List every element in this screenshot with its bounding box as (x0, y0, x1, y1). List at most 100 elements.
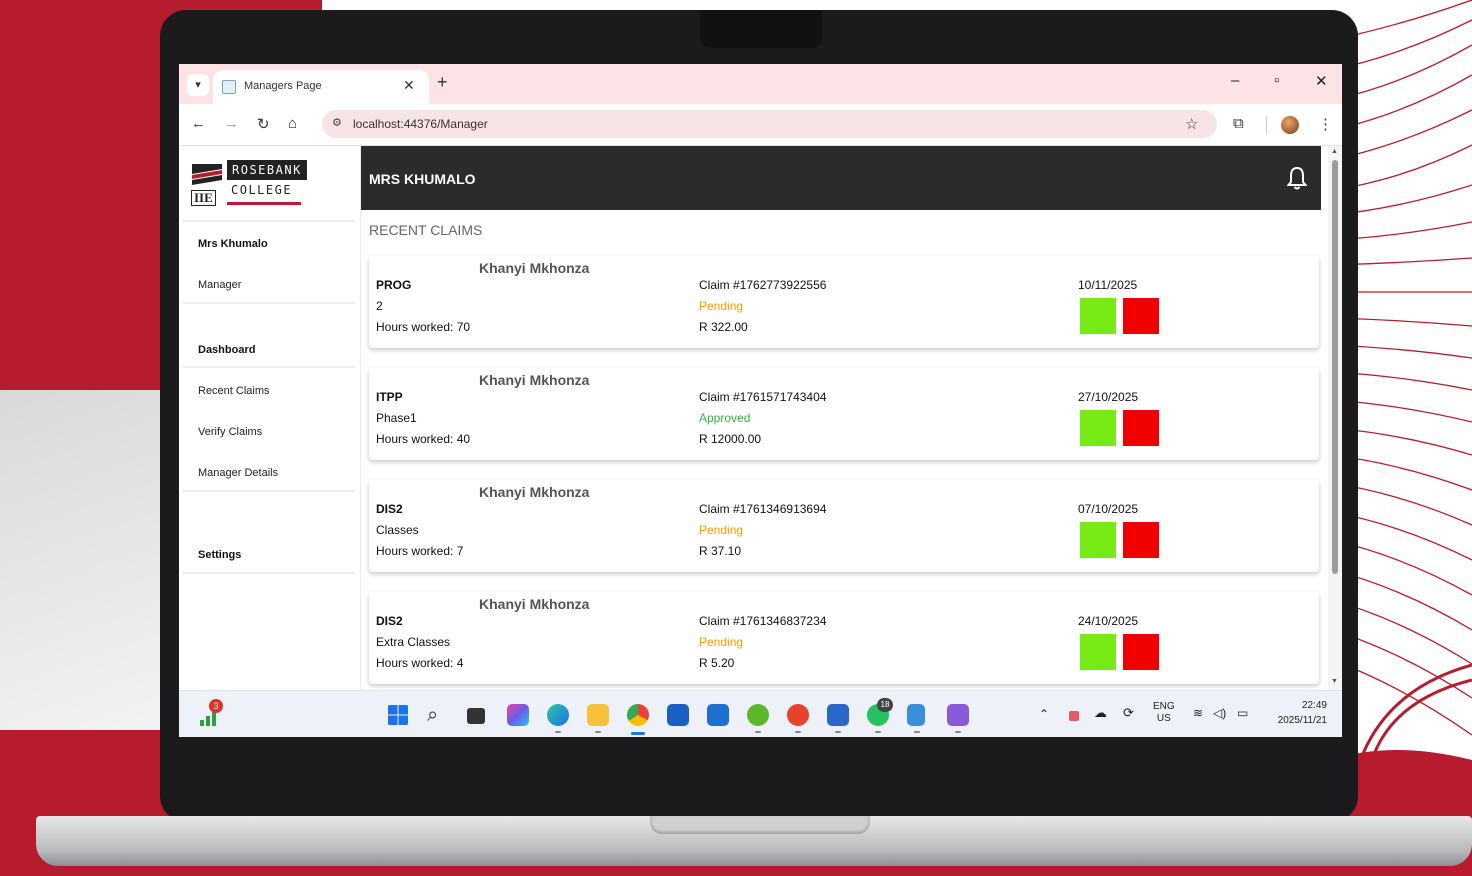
utorrent-icon[interactable] (747, 704, 769, 726)
claim-status-pending: Pending (699, 299, 744, 313)
claim-status-pending: Pending (699, 523, 744, 537)
battery-icon[interactable]: ▭ (1237, 707, 1248, 719)
page-content: IIE ROSEBANK COLLEGE Mrs Khumalo Manager… (179, 146, 1342, 690)
claim-hours-worked: Hours worked: 70 (376, 320, 471, 334)
address-bar[interactable]: ⚙ localhost:44376/Manager (322, 110, 1217, 138)
home-icon[interactable]: ⌂ (288, 115, 297, 132)
wifi-icon[interactable]: ≋ (1193, 707, 1203, 719)
restore-icon[interactable]: ▫ (1274, 72, 1279, 89)
claim-status-pending: Pending (699, 635, 744, 649)
claim-hours-worked: Hours worked: 40 (376, 432, 471, 446)
profile-avatar[interactable] (1281, 116, 1299, 134)
sidebar-user-role: Manager (198, 279, 242, 291)
outlook-icon[interactable] (667, 704, 689, 726)
reject-button[interactable] (1123, 298, 1159, 334)
claim-date: 27/10/2025 (1078, 390, 1139, 404)
clock[interactable]: 22:49 2025/11/21 (1265, 700, 1327, 727)
sync-icon[interactable]: ⟳ (1123, 706, 1134, 719)
microsoft-store-icon[interactable] (707, 704, 729, 726)
onedrive-icon[interactable]: ☁ (1094, 706, 1107, 719)
approve-button[interactable] (1080, 410, 1116, 446)
claim-description: Classes (376, 523, 419, 537)
claim-lecturer-name: Khanyi Mkhonza (479, 484, 590, 500)
whatsapp-app[interactable]: 18 (867, 698, 893, 726)
sidebar-user-name: Mrs Khumalo (198, 238, 268, 250)
approve-button[interactable] (1080, 634, 1116, 670)
reject-button[interactable] (1123, 634, 1159, 670)
bell-icon[interactable] (1287, 166, 1307, 190)
close-tab-icon[interactable]: ✕ (403, 77, 415, 94)
word-icon[interactable] (827, 704, 849, 726)
claim-amount: R 37.10 (699, 544, 742, 558)
claim-status-approved: Approved (699, 411, 751, 425)
weather-widget[interactable]: 3 (197, 699, 223, 729)
volume-icon[interactable]: ◁) (1213, 707, 1226, 719)
new-tab-icon[interactable]: + (437, 72, 448, 93)
claim-number: Claim #1761346913694 (699, 502, 827, 516)
tray-app-icon[interactable] (1069, 711, 1079, 721)
claim-date: 24/10/2025 (1078, 614, 1139, 628)
visual-studio-icon[interactable] (947, 704, 969, 726)
weather-badge: 3 (209, 699, 223, 713)
office-app-icon[interactable] (787, 704, 809, 726)
sidebar-item-settings[interactable]: Settings (198, 549, 241, 561)
claim-date: 07/10/2025 (1078, 502, 1139, 516)
claim-description: Extra Classes (376, 635, 451, 649)
claim-date: 10/11/2025 (1078, 278, 1138, 292)
reject-button[interactable] (1123, 522, 1159, 558)
page-favicon-icon (222, 80, 236, 94)
back-arrow-icon[interactable]: ← (191, 115, 206, 132)
claim-module-code: ITPP (376, 390, 403, 404)
task-view-icon[interactable] (467, 708, 485, 724)
search-icon[interactable]: ⌕ (427, 704, 449, 726)
notepad-icon[interactable] (907, 704, 925, 726)
show-hidden-icons-icon[interactable]: ⌃ (1039, 708, 1049, 720)
edge-browser-icon[interactable] (547, 704, 569, 726)
claim-card: Khanyi Mkhonza PROG 2 Hours worked: 70 C… (369, 256, 1319, 348)
whatsapp-badge: 18 (877, 698, 893, 712)
chrome-browser-icon[interactable] (627, 704, 649, 726)
claim-number: Claim #1762773922556 (699, 278, 827, 292)
claim-lecturer-name: Khanyi Mkhonza (479, 260, 590, 276)
forward-arrow-icon[interactable]: → (224, 115, 239, 132)
language-indicator[interactable]: ENG US (1153, 701, 1175, 725)
claim-module-code: PROG (376, 278, 412, 292)
active-app-indicator (631, 732, 645, 735)
sidebar-divider (183, 572, 355, 574)
copilot-icon[interactable] (507, 704, 529, 726)
scrollbar-thumb[interactable] (1332, 160, 1338, 574)
sidebar-item-recent-claims[interactable]: Recent Claims (198, 385, 270, 397)
claim-description: Phase1 (376, 411, 417, 425)
page-scrollbar[interactable]: ▲ ▼ (1328, 146, 1342, 690)
tab-search-button[interactable]: ▾ (187, 74, 209, 96)
site-info-icon[interactable]: ⚙ (332, 116, 342, 129)
claim-module-code: DIS2 (376, 502, 403, 516)
windows-taskbar: 3 ⌕ 18 ⌃ ☁ ⟳ ENG US ≋ ◁) ▭ 22:49 2025/11… (179, 690, 1342, 737)
approve-button[interactable] (1080, 298, 1116, 334)
running-indicator (555, 731, 561, 733)
reload-icon[interactable]: ↻ (257, 115, 270, 133)
sidebar-item-manager-details[interactable]: Manager Details (198, 467, 278, 479)
tab-managers-page[interactable]: Managers Page ✕ (213, 70, 429, 104)
sidebar-item-dashboard[interactable]: Dashboard (198, 344, 255, 356)
section-title: RECENT CLAIMS (369, 222, 483, 238)
menu-kebab-icon[interactable]: ⋮ (1318, 115, 1333, 133)
claim-card: Khanyi Mkhonza ITPP Phase1 Hours worked:… (369, 368, 1319, 460)
scroll-up-icon[interactable]: ▲ (1331, 148, 1338, 155)
scroll-down-icon[interactable]: ▼ (1331, 678, 1338, 685)
sidebar-item-verify-claims[interactable]: Verify Claims (198, 426, 262, 438)
bookmark-star-icon[interactable]: ☆ (1185, 115, 1198, 133)
claim-lecturer-name: Khanyi Mkhonza (479, 372, 590, 388)
reject-button[interactable] (1123, 410, 1159, 446)
url-text[interactable]: localhost:44376/Manager (353, 117, 488, 131)
minimize-icon[interactable]: – (1231, 72, 1239, 89)
approve-button[interactable] (1080, 522, 1116, 558)
windows-start-icon[interactable] (387, 704, 409, 726)
logo-college-text: COLLEGE (231, 183, 293, 197)
close-window-icon[interactable]: ✕ (1315, 72, 1328, 90)
file-explorer-icon[interactable] (587, 704, 609, 726)
logo-iie-text: IIE (191, 190, 216, 206)
clock-date: 2025/11/21 (1277, 715, 1327, 726)
extensions-icon[interactable]: ⧉ (1233, 115, 1244, 132)
sidebar-divider (183, 302, 355, 304)
